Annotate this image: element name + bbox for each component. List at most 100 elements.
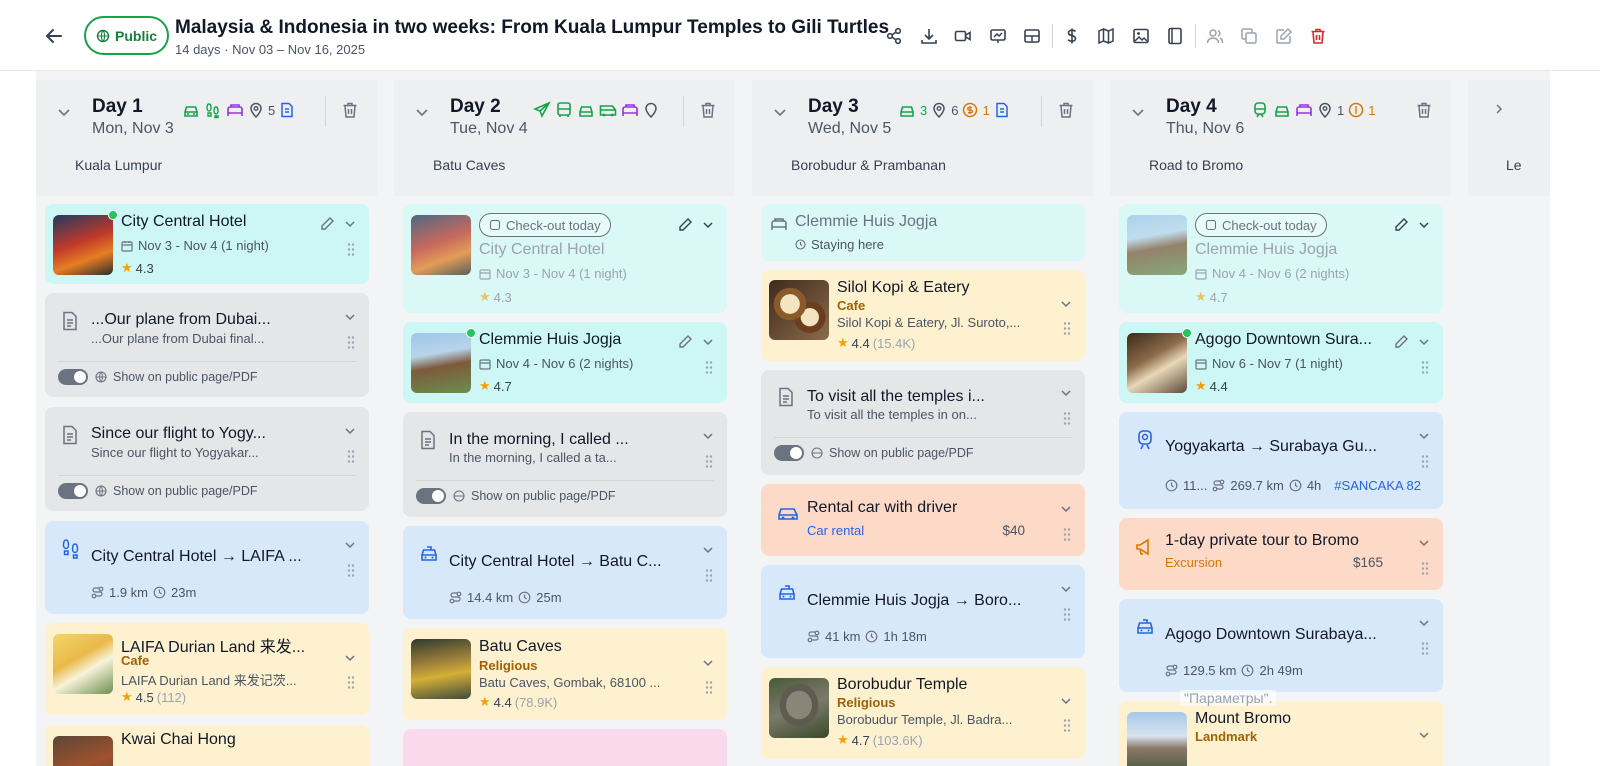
place-card[interactable]: Batu Caves Religious Batu Caves, Gombak,… <box>403 628 727 720</box>
day-name[interactable]: Day 1 <box>92 96 143 118</box>
drag-handle[interactable] <box>347 563 355 577</box>
presentation-button[interactable] <box>981 23 1016 49</box>
map-button[interactable] <box>1089 23 1124 49</box>
activity-card[interactable] <box>403 729 727 766</box>
share-button[interactable] <box>877 23 912 49</box>
chevron-down-icon[interactable] <box>1417 429 1431 443</box>
chevron-down-icon[interactable] <box>1059 502 1073 516</box>
chevron-down-icon[interactable] <box>1417 218 1431 232</box>
chevron-right-icon[interactable] <box>1492 102 1506 116</box>
drag-handle[interactable] <box>347 449 355 463</box>
train-number[interactable]: #SANCAKA 82 <box>1334 478 1421 493</box>
chevron-down-icon[interactable] <box>1417 616 1431 630</box>
place-card[interactable]: Borobudur Temple Religious Borobudur Tem… <box>761 667 1085 759</box>
drag-handle[interactable] <box>1421 561 1429 575</box>
chevron-down-icon[interactable] <box>701 335 715 349</box>
train-card[interactable]: Yogyakarta → Surabaya Gu... 11... 269.7 k… <box>1119 412 1443 509</box>
chevron-down-icon[interactable] <box>1417 536 1431 550</box>
note-card[interactable]: Since our flight to Yogy... Since our fl… <box>45 407 369 511</box>
chevron-down-icon[interactable] <box>343 424 357 438</box>
day-name[interactable]: Day 2 <box>450 96 501 118</box>
public-toggle[interactable] <box>58 483 88 499</box>
collaborators-button[interactable] <box>1198 23 1233 49</box>
gallery-button[interactable] <box>1124 23 1159 49</box>
drag-handle[interactable] <box>705 680 713 694</box>
hotel-checkout-card[interactable]: Check-out today City Central Hotel Nov 3… <box>403 204 727 313</box>
trip-title[interactable]: Malaysia & Indonesia in two weeks: From … <box>175 17 889 39</box>
edit-trip-button[interactable] <box>1267 23 1302 49</box>
drag-handle[interactable] <box>1063 527 1071 541</box>
drag-handle[interactable] <box>1063 411 1071 425</box>
pencil-icon[interactable] <box>1394 334 1409 349</box>
chevron-down-icon[interactable] <box>1059 582 1073 596</box>
place-card[interactable]: Mount Bromo Landmark <box>1119 701 1443 766</box>
chevron-down-icon[interactable] <box>343 538 357 552</box>
chevron-down-icon[interactable] <box>772 104 788 120</box>
place-card[interactable]: Silol Kopi & Eatery Cafe Silol Kopi & Ea… <box>761 270 1085 361</box>
chevron-down-icon[interactable] <box>701 218 715 232</box>
budget-button[interactable] <box>1055 23 1090 49</box>
drag-handle[interactable] <box>1421 641 1429 655</box>
trash-icon[interactable] <box>1057 101 1075 119</box>
chevron-down-icon[interactable] <box>1059 694 1073 708</box>
drag-handle[interactable] <box>705 360 713 374</box>
hotel-stay-card[interactable]: Clemmie Huis Jogja Staying here <box>761 204 1085 261</box>
rental-card[interactable]: Rental car with driver Car rental $40 <box>761 484 1085 556</box>
visibility-badge[interactable]: Public <box>84 16 170 55</box>
delete-trip-button[interactable] <box>1301 23 1336 49</box>
hotel-card[interactable]: City Central Hotel Nov 3 - Nov 4 (1 nigh… <box>45 204 369 284</box>
back-button[interactable] <box>42 24 66 48</box>
chevron-down-icon[interactable] <box>56 104 72 120</box>
chevron-down-icon[interactable] <box>701 429 715 443</box>
note-card[interactable]: ...Our plane from Dubai... ...Our plane … <box>45 293 369 397</box>
drag-handle[interactable] <box>1063 607 1071 621</box>
chevron-down-icon[interactable] <box>414 104 430 120</box>
chevron-down-icon[interactable] <box>1059 297 1073 311</box>
transport-card[interactable]: Clemmie Huis Jogja → Boro... 41 km 1h 18m <box>761 565 1085 658</box>
video-button[interactable] <box>946 23 981 49</box>
drag-handle[interactable] <box>705 568 713 582</box>
public-toggle[interactable] <box>58 369 88 385</box>
hotel-card[interactable]: Agogo Downtown Sura... Nov 6 - Nov 7 (1 … <box>1119 322 1443 403</box>
chevron-down-icon[interactable] <box>343 310 357 324</box>
transport-card[interactable]: City Central Hotel → Batu C... 14.4 km 25… <box>403 526 727 619</box>
hotel-card[interactable]: Clemmie Huis Jogja Nov 4 - Nov 6 (2 nigh… <box>403 322 727 403</box>
chevron-down-icon[interactable] <box>1417 728 1431 742</box>
drag-handle[interactable] <box>1063 718 1071 732</box>
drag-handle[interactable] <box>347 335 355 349</box>
transport-card[interactable]: Agogo Downtown Surabaya... 129.5 km 2h 49… <box>1119 599 1443 692</box>
drag-handle[interactable] <box>347 675 355 689</box>
transport-card[interactable]: City Central Hotel → LAIFA ... 1.9 km 23m <box>45 521 369 614</box>
pencil-icon[interactable] <box>678 217 693 232</box>
layout-button[interactable] <box>1015 23 1050 49</box>
chevron-down-icon[interactable] <box>1059 386 1073 400</box>
place-card[interactable]: LAIFA Durian Land 来发... Cafe LAIFA Duria… <box>45 623 369 715</box>
guide-button[interactable] <box>1158 23 1193 49</box>
drag-handle[interactable] <box>347 242 355 256</box>
day-name[interactable]: Day 4 <box>1166 96 1217 118</box>
download-button[interactable] <box>912 23 947 49</box>
note-card[interactable]: In the morning, I called ... In the morn… <box>403 412 727 517</box>
note-card[interactable]: To visit all the temples i... To visit a… <box>761 370 1085 475</box>
duplicate-button[interactable] <box>1232 23 1267 49</box>
chevron-down-icon[interactable] <box>1130 104 1146 120</box>
public-toggle[interactable] <box>416 488 446 504</box>
pencil-icon[interactable] <box>320 216 335 231</box>
chevron-down-icon[interactable] <box>701 656 715 670</box>
drag-handle[interactable] <box>1063 321 1071 335</box>
excursion-card[interactable]: 1-day private tour to Bromo Excursion $1… <box>1119 518 1443 590</box>
chevron-down-icon[interactable] <box>343 651 357 665</box>
drag-handle[interactable] <box>1421 360 1429 374</box>
trash-icon[interactable] <box>1415 101 1433 119</box>
pencil-icon[interactable] <box>678 334 693 349</box>
drag-handle[interactable] <box>1421 454 1429 468</box>
trash-icon[interactable] <box>699 101 717 119</box>
pencil-icon[interactable] <box>1394 217 1409 232</box>
place-card[interactable]: Kwai Chai Hong <box>45 725 369 766</box>
public-toggle[interactable] <box>774 445 804 461</box>
day-name[interactable]: Day 3 <box>808 96 859 118</box>
chevron-down-icon[interactable] <box>701 543 715 557</box>
trash-icon[interactable] <box>341 101 359 119</box>
drag-handle[interactable] <box>705 454 713 468</box>
chevron-down-icon[interactable] <box>1417 335 1431 349</box>
